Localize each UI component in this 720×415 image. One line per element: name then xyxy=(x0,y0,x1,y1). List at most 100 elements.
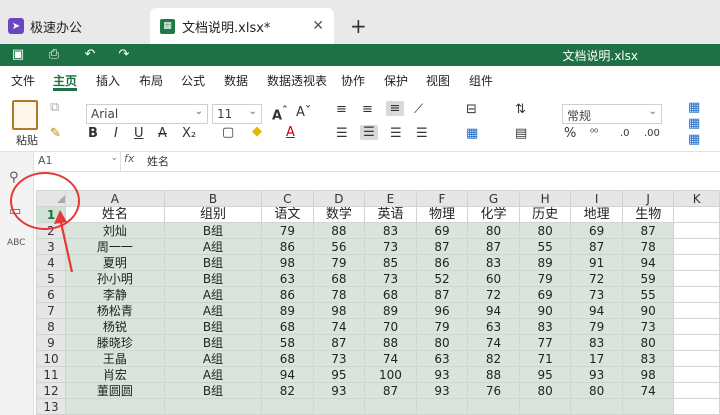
align-top-icon[interactable]: ≡ xyxy=(336,102,347,117)
table-cell[interactable]: 59 xyxy=(621,270,675,287)
table-cell[interactable]: 73 xyxy=(570,286,623,303)
column-header-J[interactable]: J xyxy=(621,190,675,207)
table-cell[interactable]: 89 xyxy=(518,254,572,271)
empty-cell[interactable] xyxy=(673,286,720,303)
table-cell[interactable]: 91 xyxy=(570,254,623,271)
table-cell[interactable]: 87 xyxy=(415,238,469,255)
table-cell[interactable]: 95 xyxy=(312,366,366,383)
tab-home[interactable]: ➤ 极速办公 xyxy=(8,8,148,44)
close-icon[interactable]: ✕ xyxy=(312,18,324,34)
table-cell[interactable]: 63 xyxy=(415,350,469,367)
paste-icon[interactable] xyxy=(12,100,38,130)
align-middle-icon[interactable]: ≡ xyxy=(362,102,373,117)
table-cell[interactable]: 88 xyxy=(467,366,520,383)
table-cell[interactable]: B组 xyxy=(163,382,263,399)
border-icon[interactable]: ▢ xyxy=(222,125,234,140)
empty-cell[interactable] xyxy=(673,382,720,399)
table-cell[interactable]: 79 xyxy=(415,318,469,335)
empty-cell[interactable] xyxy=(673,254,720,271)
align-center-icon[interactable]: ☰ xyxy=(360,125,378,140)
table-cell[interactable]: 79 xyxy=(312,254,366,271)
table-cell[interactable]: B组 xyxy=(163,270,263,287)
table-cell[interactable]: 94 xyxy=(467,302,520,319)
row-header[interactable]: 9 xyxy=(36,334,66,351)
row-header[interactable]: 12 xyxy=(36,382,66,399)
table-cell[interactable]: 86 xyxy=(415,254,469,271)
table-cell[interactable]: 98 xyxy=(261,254,314,271)
table-cell[interactable]: 80 xyxy=(415,334,469,351)
strikethrough-icon[interactable]: A xyxy=(158,126,167,141)
table-cell[interactable] xyxy=(415,398,469,415)
table-cell[interactable]: 79 xyxy=(261,222,314,239)
menu-pivot[interactable]: 数据透视表 xyxy=(267,72,327,89)
table-cell[interactable]: 72 xyxy=(467,286,520,303)
table-cell[interactable]: 93 xyxy=(415,382,469,399)
column-header-E[interactable]: E xyxy=(364,190,417,207)
row-header[interactable]: 8 xyxy=(36,318,66,335)
empty-cell[interactable] xyxy=(673,366,720,383)
table-cell[interactable] xyxy=(570,398,623,415)
table-cell[interactable]: 83 xyxy=(364,222,417,239)
table-cell[interactable]: 79 xyxy=(570,318,623,335)
insert-cells-icon[interactable]: ▦ xyxy=(688,100,700,115)
table-cell[interactable]: 李静 xyxy=(65,286,165,303)
header-cell[interactable]: 组别 xyxy=(163,206,263,223)
table-cell[interactable] xyxy=(364,398,417,415)
column-header-H[interactable]: H xyxy=(518,190,572,207)
menu-layout[interactable]: 布局 xyxy=(139,72,163,89)
table-cell[interactable]: 95 xyxy=(518,366,572,383)
column-header-F[interactable]: F xyxy=(415,190,469,207)
table-cell[interactable]: 80 xyxy=(518,222,572,239)
table-cell[interactable]: 王晶 xyxy=(65,350,165,367)
menu-formula[interactable]: 公式 xyxy=(181,72,205,89)
header-cell[interactable]: 语文 xyxy=(261,206,314,223)
table-cell[interactable]: A组 xyxy=(163,350,263,367)
row-header[interactable]: 11 xyxy=(36,366,66,383)
table-cell[interactable]: 73 xyxy=(364,270,417,287)
empty-cell[interactable] xyxy=(673,206,720,223)
spellcheck-icon[interactable]: ABC xyxy=(7,238,25,248)
table-cell[interactable]: 78 xyxy=(621,238,675,255)
table-cell[interactable]: 58 xyxy=(261,334,314,351)
empty-cell[interactable] xyxy=(673,334,720,351)
currency-icon[interactable]: ⁰⁰ xyxy=(590,128,598,139)
table-cell[interactable]: 90 xyxy=(621,302,675,319)
menu-file[interactable]: 文件 xyxy=(11,72,35,89)
empty-cell[interactable] xyxy=(673,222,720,239)
table-cell[interactable]: 98 xyxy=(621,366,675,383)
table-cell[interactable]: 73 xyxy=(312,350,366,367)
menu-protect[interactable]: 保护 xyxy=(384,72,408,89)
align-right-icon[interactable]: ☰ xyxy=(390,126,402,141)
table-cell[interactable]: 86 xyxy=(261,286,314,303)
text-orientation-icon[interactable]: ⟋ xyxy=(414,102,423,117)
table-cell[interactable]: 87 xyxy=(621,222,675,239)
table-cell[interactable] xyxy=(518,398,572,415)
table-cell[interactable]: 98 xyxy=(312,302,366,319)
column-header-A[interactable]: A xyxy=(65,190,165,207)
format-painter-icon[interactable]: ✎ xyxy=(50,126,61,141)
fill-color-icon[interactable]: ◆ xyxy=(252,124,262,139)
table-cell[interactable]: 肖宏 xyxy=(65,366,165,383)
new-tab-icon[interactable]: + xyxy=(350,14,367,38)
table-cell[interactable]: 89 xyxy=(364,302,417,319)
merge-cells-icon[interactable]: ▦ xyxy=(466,126,478,141)
header-cell[interactable]: 英语 xyxy=(364,206,417,223)
table-cell[interactable]: 55 xyxy=(621,286,675,303)
menu-component[interactable]: 组件 xyxy=(469,72,493,89)
table-cell[interactable]: 董圆圆 xyxy=(65,382,165,399)
column-header-B[interactable]: B xyxy=(163,190,263,207)
table-cell[interactable]: 87 xyxy=(570,238,623,255)
table-cell[interactable]: 74 xyxy=(364,350,417,367)
table-cell[interactable]: 83 xyxy=(518,318,572,335)
underline-icon[interactable]: U xyxy=(134,126,144,141)
paste-label[interactable]: 粘贴 xyxy=(16,132,38,148)
table-cell[interactable]: 79 xyxy=(518,270,572,287)
table-cell[interactable]: 93 xyxy=(415,366,469,383)
table-cell[interactable]: 82 xyxy=(467,350,520,367)
table-cell[interactable]: A组 xyxy=(163,238,263,255)
table-cell[interactable]: 86 xyxy=(261,238,314,255)
table-cell[interactable]: 87 xyxy=(364,382,417,399)
redo-icon[interactable]: ↷ xyxy=(116,47,132,63)
header-cell[interactable]: 化学 xyxy=(467,206,520,223)
increase-font-icon[interactable]: Aˆ xyxy=(272,104,287,123)
